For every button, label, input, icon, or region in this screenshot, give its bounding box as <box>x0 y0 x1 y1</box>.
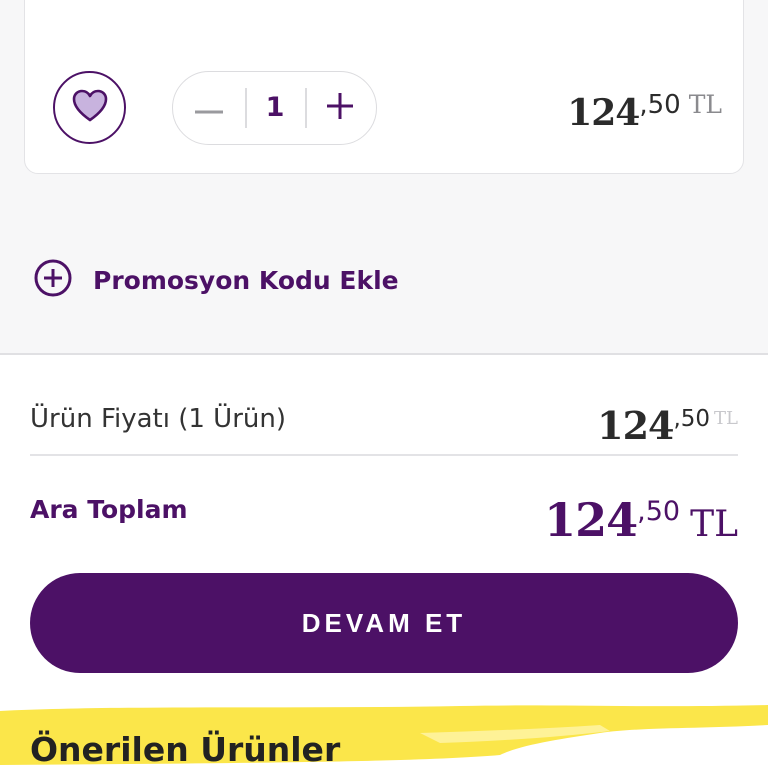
favorite-button[interactable] <box>53 71 126 144</box>
subtotal-integer: 124 <box>544 493 638 547</box>
minus-icon <box>195 99 223 118</box>
product-price-currency: TL <box>714 408 738 429</box>
row-divider <box>30 454 738 456</box>
subtotal-currency: TL <box>690 504 738 545</box>
plus-icon <box>327 93 353 123</box>
heart-icon <box>72 89 108 126</box>
subtotal-label: Ara Toplam <box>30 495 188 524</box>
product-price: 124 ,50 TL <box>597 403 738 448</box>
cart-item-card <box>24 0 744 174</box>
subtotal-price: 124 ,50 TL <box>544 493 738 547</box>
subtotal-cents: ,50 <box>637 496 681 527</box>
recommended-title: Önerilen Ürünler <box>30 730 341 768</box>
item-price-cents: ,50 <box>639 90 681 120</box>
add-promo-code[interactable]: Promosyon Kodu Ekle <box>33 258 399 302</box>
product-price-cents: ,50 <box>673 406 711 432</box>
quantity-value: 1 <box>265 92 285 123</box>
item-price-currency: TL <box>688 90 722 119</box>
decrease-button[interactable] <box>173 72 245 144</box>
item-price-integer: 124 <box>567 92 640 134</box>
increase-button[interactable] <box>304 72 376 144</box>
continue-button[interactable]: DEVAM ET <box>30 573 738 673</box>
product-price-integer: 124 <box>597 403 674 448</box>
quantity-stepper: 1 <box>172 71 377 145</box>
product-price-label: Ürün Fiyatı (1 Ürün) <box>30 404 287 434</box>
item-price: 124 ,50 TL <box>567 90 722 134</box>
promo-label: Promosyon Kodu Ekle <box>93 265 399 295</box>
add-circle-icon <box>33 258 73 302</box>
section-divider <box>0 353 768 355</box>
cart-page: 1 124 ,50 TL Promosyon Kodu Ekle Ürün Fi… <box>0 0 768 768</box>
